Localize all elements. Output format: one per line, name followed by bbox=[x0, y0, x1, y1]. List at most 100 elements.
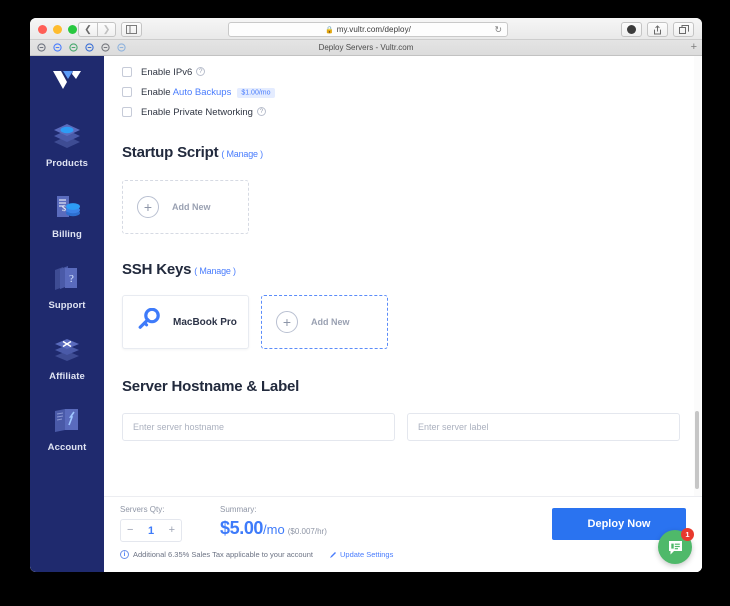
sidebar-item-label: Affiliate bbox=[49, 371, 85, 382]
layers-icon bbox=[52, 121, 82, 151]
startup-script-add-new-card[interactable]: + Add New bbox=[122, 180, 249, 234]
tax-note-row: i Additional 6.35% Sales Tax applicable … bbox=[120, 550, 393, 559]
forward-button[interactable]: ❯ bbox=[97, 22, 116, 37]
chat-unread-badge: 1 bbox=[681, 528, 694, 541]
add-new-label: Add New bbox=[311, 317, 350, 327]
window-controls bbox=[38, 25, 77, 34]
ssh-key-card-macbook-pro[interactable]: MacBook Pro bbox=[122, 295, 249, 349]
page-scrollbar-track[interactable] bbox=[694, 56, 701, 496]
affiliate-link-icon bbox=[52, 334, 82, 364]
enable-ipv6-checkbox[interactable] bbox=[122, 67, 132, 77]
server-options-group: Enable IPv6? Enable Auto Backups $1.00/mo… bbox=[122, 62, 702, 122]
auto-backups-price-badge: $1.00/mo bbox=[237, 88, 275, 98]
plus-circle-icon: + bbox=[137, 196, 159, 218]
qty-value: 1 bbox=[147, 524, 155, 537]
browser-window: ❮ ❯ 🔒 my.vultr.com/deploy/ ↻ Deploy Serv… bbox=[30, 18, 702, 572]
page-viewport: Products $ Billing ? Support Affiliate A… bbox=[30, 56, 702, 572]
sidebar-toggle-icon[interactable] bbox=[121, 22, 142, 37]
tax-note-text: Additional 6.35% Sales Tax applicable to… bbox=[133, 550, 313, 559]
invoice-coins-icon: $ bbox=[52, 192, 82, 222]
ssh-keys-cards: MacBook Pro + Add New bbox=[122, 295, 702, 349]
tabs-glyph bbox=[678, 25, 689, 34]
price-amount: $5.00 bbox=[220, 518, 264, 538]
reload-icon[interactable]: ↻ bbox=[494, 24, 502, 35]
share-glyph bbox=[654, 24, 661, 34]
new-tab-button[interactable]: + bbox=[691, 42, 697, 53]
ssh-keys-title: SSH Keys bbox=[122, 261, 192, 278]
sidebar-glyph bbox=[126, 25, 137, 34]
browser-toolbar: ❮ ❯ 🔒 my.vultr.com/deploy/ ↻ bbox=[30, 18, 702, 40]
chat-widget-button[interactable]: 1 bbox=[658, 528, 694, 564]
ssh-keys-heading: SSH Keys( Manage ) bbox=[122, 261, 702, 278]
account-folder-icon bbox=[52, 405, 82, 435]
support-ticket-icon: ? bbox=[52, 263, 82, 293]
page-scrollbar-thumb[interactable] bbox=[695, 411, 699, 489]
toolbar-right-buttons bbox=[621, 22, 694, 37]
lock-icon: 🔒 bbox=[324, 26, 334, 34]
share-icon[interactable] bbox=[647, 22, 668, 37]
update-settings-link[interactable]: Update Settings bbox=[329, 550, 393, 559]
url-text: my.vultr.com/deploy/ bbox=[336, 25, 412, 34]
option-text: Enable Private Networking bbox=[141, 106, 253, 118]
option-label: Enable IPv6? bbox=[141, 66, 206, 78]
ssh-key-add-new-card[interactable]: + Add New bbox=[261, 295, 388, 349]
summary-caption: Summary: bbox=[220, 505, 257, 514]
enable-auto-backups-checkbox[interactable] bbox=[122, 87, 132, 97]
tabs-overview-icon[interactable] bbox=[673, 22, 694, 37]
svg-text:?: ? bbox=[69, 273, 74, 285]
ssh-key-name: MacBook Pro bbox=[173, 316, 237, 328]
sidebar-item-affiliate[interactable]: Affiliate bbox=[30, 334, 104, 382]
active-tab-title[interactable]: Deploy Servers - Vultr.com bbox=[30, 43, 702, 52]
option-row-ipv6[interactable]: Enable IPv6? bbox=[122, 62, 702, 82]
sidebar-item-label: Products bbox=[46, 158, 88, 169]
sidebar-item-label: Account bbox=[47, 442, 87, 453]
decrement-qty-button[interactable]: − bbox=[127, 525, 133, 536]
server-label-input[interactable] bbox=[407, 413, 680, 441]
auto-backups-link[interactable]: Auto Backups bbox=[173, 87, 232, 98]
help-icon[interactable]: ? bbox=[196, 67, 206, 77]
servers-qty-caption: Servers Qty: bbox=[120, 505, 165, 514]
address-bar[interactable]: 🔒 my.vultr.com/deploy/ ↻ bbox=[228, 22, 508, 37]
svg-text:$: $ bbox=[62, 204, 66, 213]
price-display: $5.00/mo ($0.007/hr) bbox=[220, 519, 327, 538]
deploy-form-scroll-area: Enable IPv6? Enable Auto Backups $1.00/mo… bbox=[104, 56, 702, 496]
help-icon[interactable]: ? bbox=[256, 107, 266, 117]
price-period: /mo bbox=[263, 522, 285, 537]
info-icon: i bbox=[120, 550, 129, 559]
option-row-private-networking[interactable]: Enable Private Networking? bbox=[122, 102, 702, 122]
sidebar-item-billing[interactable]: $ Billing bbox=[30, 192, 104, 240]
startup-script-heading: Startup Script( Manage ) bbox=[122, 144, 702, 161]
vultr-logo[interactable] bbox=[30, 69, 104, 91]
key-glyph bbox=[138, 307, 160, 329]
minimize-window-button[interactable] bbox=[53, 25, 62, 34]
plus-circle-icon: + bbox=[276, 311, 298, 333]
price-summary-group: Summary: $5.00/mo ($0.007/hr) bbox=[220, 505, 327, 538]
navigation-buttons: ❮ ❯ bbox=[78, 22, 116, 37]
sidebar-item-products[interactable]: Products bbox=[30, 121, 104, 169]
option-label: Enable Private Networking? bbox=[141, 107, 266, 118]
add-new-label: Add New bbox=[172, 202, 211, 212]
hostname-inputs bbox=[122, 413, 702, 441]
server-hostname-input[interactable] bbox=[122, 413, 395, 441]
reader-mode-icon[interactable] bbox=[621, 22, 642, 37]
hostname-heading: Server Hostname & Label bbox=[122, 378, 300, 395]
option-row-auto-backups[interactable]: Enable Auto Backups $1.00/mo bbox=[122, 82, 702, 102]
deploy-footer-bar: Servers Qty: − 1 + Summary: $5.00/mo ($0.… bbox=[104, 496, 702, 572]
increment-qty-button[interactable]: + bbox=[169, 525, 175, 536]
back-button[interactable]: ❮ bbox=[78, 22, 97, 37]
sidebar-item-support[interactable]: ? Support bbox=[30, 263, 104, 311]
startup-script-title: Startup Script bbox=[122, 144, 219, 161]
startup-script-manage-link[interactable]: ( Manage ) bbox=[221, 149, 263, 159]
option-label: Enable Auto Backups $1.00/mo bbox=[141, 87, 275, 98]
close-window-button[interactable] bbox=[38, 25, 47, 34]
option-text: Enable IPv6 bbox=[141, 66, 193, 78]
maximize-window-button[interactable] bbox=[68, 25, 77, 34]
sidebar-item-account[interactable]: Account bbox=[30, 405, 104, 453]
quantity-stepper[interactable]: − 1 + bbox=[120, 519, 182, 542]
ssh-keys-manage-link[interactable]: ( Manage ) bbox=[194, 266, 236, 276]
option-text: Enable bbox=[141, 86, 173, 98]
chat-bubble-icon bbox=[668, 540, 682, 554]
enable-private-networking-checkbox[interactable] bbox=[122, 107, 132, 117]
sidebar-nav: Products $ Billing ? Support Affiliate A… bbox=[30, 121, 104, 453]
startup-script-cards: + Add New bbox=[122, 180, 702, 234]
